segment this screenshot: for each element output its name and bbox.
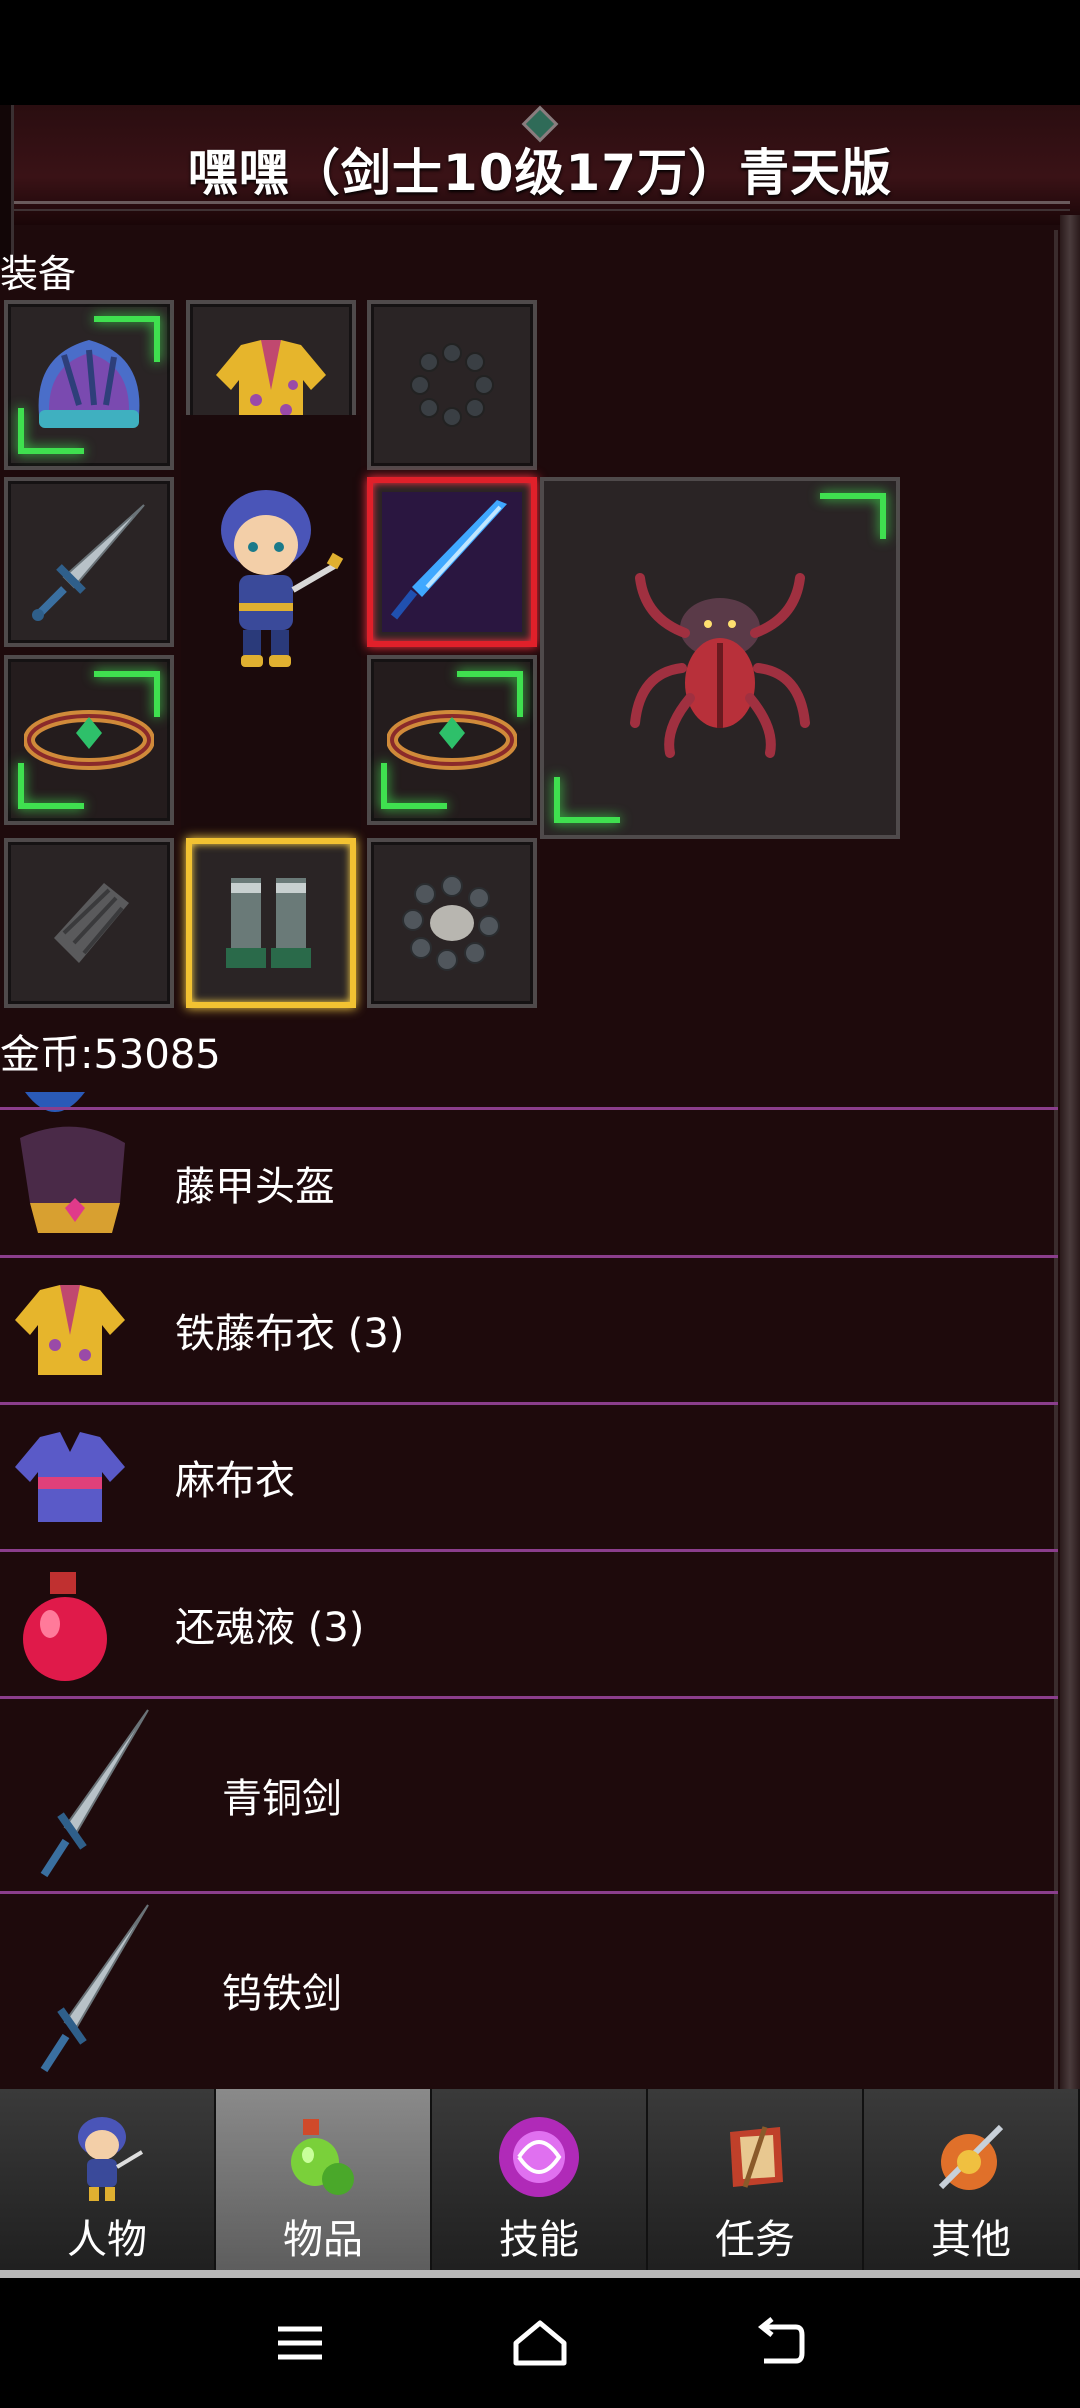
- tab-character[interactable]: 人物: [0, 2089, 216, 2275]
- misc-icon: [938, 2124, 1004, 2190]
- item-name: 还魂液 (3): [175, 1605, 365, 1651]
- sword-icon: [40, 1709, 149, 1878]
- slot-helmet[interactable]: [4, 300, 174, 470]
- back-icon[interactable]: [750, 2313, 810, 2373]
- slot-ring-left[interactable]: [4, 655, 174, 825]
- item-name: 钨铁剑: [222, 1971, 342, 2017]
- character-avatar-icon: [221, 490, 344, 667]
- tab-label: 物品: [283, 2217, 363, 2263]
- robe-icon: [15, 1285, 125, 1375]
- slot-special-weapon[interactable]: [367, 477, 537, 647]
- slot-bracelet[interactable]: [367, 838, 537, 1008]
- item-name: 青铜剑: [222, 1776, 342, 1822]
- sword-icon: [40, 1904, 149, 2073]
- slot-pet[interactable]: [540, 477, 900, 839]
- menu-icon[interactable]: [270, 2313, 330, 2373]
- list-item[interactable]: 青铜剑: [0, 1696, 1058, 1891]
- bead-necklace-icon: [410, 343, 494, 427]
- slot-boots[interactable]: [186, 838, 356, 1008]
- ring-icon: [24, 710, 154, 770]
- tab-other[interactable]: 其他: [864, 2089, 1080, 2275]
- inventory-list: 藤甲头盔 铁藤布衣 (3) 麻布衣 还魂液 (3) 青铜剑 钨铁剑: [0, 1092, 1058, 2086]
- spider-monster-icon: [630, 573, 810, 758]
- system-nav-bar: [0, 2278, 1080, 2408]
- gold-coin-count: 金币:53085: [0, 1032, 221, 1078]
- slot-gloves[interactable]: [4, 838, 174, 1008]
- list-item[interactable]: 还魂液 (3): [0, 1549, 1058, 1696]
- slot-necklace[interactable]: [367, 300, 537, 470]
- blue-blade-icon: [382, 492, 522, 632]
- tab-label: 技能: [499, 2217, 579, 2263]
- skill-orb-icon: [499, 2117, 579, 2197]
- tab-label: 其他: [931, 2217, 1011, 2263]
- frame-right-edge: [1060, 215, 1080, 2090]
- slot-weapon[interactable]: [4, 477, 174, 647]
- character-icon: [78, 2117, 144, 2201]
- slot-ring-right[interactable]: [367, 655, 537, 825]
- tab-items[interactable]: 物品: [216, 2089, 432, 2275]
- boots-icon: [226, 878, 311, 968]
- list-item[interactable]: 铁藤布衣 (3): [0, 1255, 1058, 1402]
- tab-label: 人物: [67, 2217, 147, 2263]
- list-item[interactable]: 钨铁剑: [0, 1891, 1058, 2086]
- cloth-icon: [15, 1432, 125, 1522]
- tab-skills[interactable]: 技能: [432, 2089, 648, 2275]
- frame-left-edge: [0, 105, 14, 265]
- potion-bag-icon: [291, 2119, 354, 2195]
- nav-underline: [0, 2270, 1080, 2278]
- bracer-icon: [54, 883, 129, 963]
- game-window: 嘿嘿（剑士10级17万）青天版 装备 金币:53085 藤甲头盔 铁藤布衣 (3…: [0, 105, 1080, 2090]
- equipment-section-label: 装备: [0, 252, 77, 296]
- tab-quests[interactable]: 任务: [648, 2089, 864, 2275]
- home-icon[interactable]: [510, 2313, 570, 2373]
- list-item[interactable]: 麻布衣: [0, 1402, 1058, 1549]
- ring-icon: [387, 710, 517, 770]
- tab-label: 任务: [715, 2217, 795, 2263]
- item-name: 铁藤布衣 (3): [175, 1311, 405, 1357]
- quest-scroll-icon: [730, 2126, 783, 2188]
- sword-icon: [32, 504, 145, 621]
- helmet-icon: [38, 340, 140, 428]
- bottom-nav: 人物 物品 技能 任务 其他: [0, 2089, 1080, 2275]
- status-bar: [0, 0, 1080, 105]
- bracelet-icon: [402, 875, 500, 971]
- item-name: 麻布衣: [175, 1458, 295, 1504]
- page-title: 嘿嘿（剑士10级17万）青天版: [187, 144, 893, 202]
- list-item[interactable]: 藤甲头盔: [0, 1107, 1058, 1255]
- helmet-icon: [20, 1126, 125, 1233]
- potion-icon: [23, 1572, 107, 1681]
- item-name: 藤甲头盔: [175, 1163, 335, 1210]
